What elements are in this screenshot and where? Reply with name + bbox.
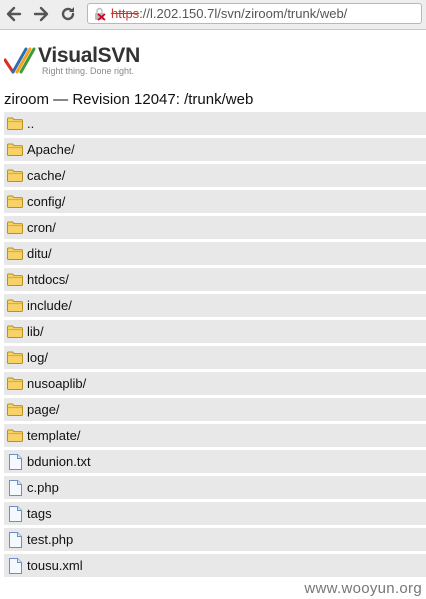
file-icon — [4, 554, 26, 577]
folder-row[interactable]: cache/ — [4, 164, 426, 187]
folder-icon — [4, 294, 26, 317]
folder-icon — [4, 138, 26, 161]
folder-icon — [4, 242, 26, 265]
entry-name[interactable]: page/ — [27, 402, 60, 417]
file-icon — [4, 476, 26, 499]
file-row[interactable]: tags — [4, 502, 426, 525]
folder-row[interactable]: template/ — [4, 424, 426, 447]
file-row[interactable]: test.php — [4, 528, 426, 551]
folder-row[interactable]: config/ — [4, 190, 426, 213]
brand-name: VisualSVN — [38, 44, 140, 67]
browser-toolbar: https ://l.202.150.7l/svn/ziroom/trunk/w… — [0, 0, 426, 30]
folder-row[interactable]: page/ — [4, 398, 426, 421]
entry-name[interactable]: test.php — [27, 532, 73, 547]
file-row[interactable]: c.php — [4, 476, 426, 499]
folder-row[interactable]: Apache/ — [4, 138, 426, 161]
reload-button[interactable] — [56, 2, 80, 26]
file-row[interactable]: tousu.xml — [4, 554, 426, 577]
entry-name[interactable]: cron/ — [27, 220, 56, 235]
url-path: ://l.202.150.7l/svn/ziroom/trunk/web/ — [139, 6, 348, 21]
folder-row[interactable]: lib/ — [4, 320, 426, 343]
folder-row[interactable]: log/ — [4, 346, 426, 369]
folder-row[interactable]: .. — [4, 112, 426, 135]
folder-icon — [4, 268, 26, 291]
folder-icon — [4, 216, 26, 239]
watermark: www.wooyun.org — [304, 580, 422, 597]
folder-icon — [4, 190, 26, 213]
folder-row[interactable]: cron/ — [4, 216, 426, 239]
entry-name[interactable]: bdunion.txt — [27, 454, 91, 469]
brand-tagline: Right thing. Done right. — [42, 66, 135, 76]
file-row[interactable]: bdunion.txt — [4, 450, 426, 473]
entry-name[interactable]: config/ — [27, 194, 65, 209]
folder-row[interactable]: nusoaplib/ — [4, 372, 426, 395]
reload-icon — [61, 7, 75, 21]
entry-name[interactable]: htdocs/ — [27, 272, 69, 287]
folder-icon — [4, 320, 26, 343]
back-button[interactable] — [2, 2, 26, 26]
arrow-right-icon — [33, 6, 49, 22]
entry-name[interactable]: tousu.xml — [27, 558, 83, 573]
entry-name[interactable]: tags — [27, 506, 52, 521]
file-icon — [4, 528, 26, 551]
folder-icon — [4, 112, 26, 135]
folder-row[interactable]: include/ — [4, 294, 426, 317]
visualsvn-logo-icon — [4, 47, 36, 74]
entry-name[interactable]: include/ — [27, 298, 72, 313]
folder-icon — [4, 164, 26, 187]
file-icon — [4, 502, 26, 525]
entry-name[interactable]: .. — [27, 116, 34, 131]
page-title: ziroom — Revision 12047: /trunk/web — [4, 91, 254, 108]
entry-name[interactable]: nusoaplib/ — [27, 376, 86, 391]
folder-row[interactable]: ditu/ — [4, 242, 426, 265]
file-icon — [4, 450, 26, 473]
entry-name[interactable]: template/ — [27, 428, 80, 443]
address-bar[interactable]: https ://l.202.150.7l/svn/ziroom/trunk/w… — [87, 3, 422, 24]
entry-name[interactable]: log/ — [27, 350, 48, 365]
folder-icon — [4, 424, 26, 447]
directory-listing: .. Apache/cache/config/cron/ditu/htdocs/i… — [4, 112, 426, 580]
folder-icon — [4, 398, 26, 421]
entry-name[interactable]: lib/ — [27, 324, 44, 339]
url-scheme: https — [111, 6, 140, 21]
folder-icon — [4, 346, 26, 369]
folder-row[interactable]: htdocs/ — [4, 268, 426, 291]
entry-name[interactable]: ditu/ — [27, 246, 52, 261]
forward-button[interactable] — [29, 2, 53, 26]
entry-name[interactable]: cache/ — [27, 168, 65, 183]
entry-name[interactable]: Apache/ — [27, 142, 75, 157]
insecure-lock-icon — [95, 7, 106, 21]
entry-name[interactable]: c.php — [27, 480, 59, 495]
folder-icon — [4, 372, 26, 395]
arrow-left-icon — [6, 6, 22, 22]
